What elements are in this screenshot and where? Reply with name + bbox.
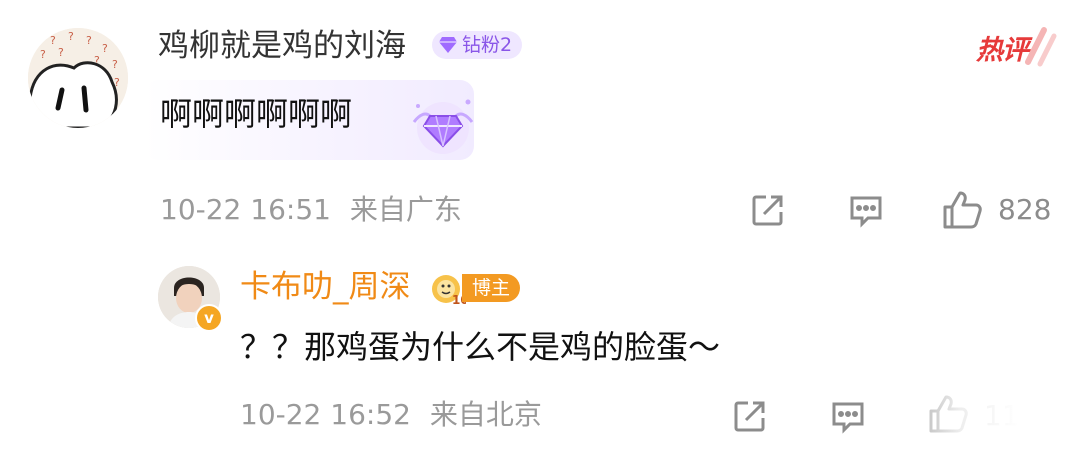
location: 来自广东 <box>349 193 462 226</box>
svg-text:?: ? <box>86 34 92 47</box>
share-icon <box>734 401 765 432</box>
comment-button[interactable] <box>828 396 868 436</box>
svg-text:?: ? <box>68 30 74 43</box>
timestamp: 10-22 16:52 <box>240 398 411 431</box>
like-count: 828 <box>998 193 1052 226</box>
svg-text:?: ? <box>112 58 118 71</box>
diamond-icon <box>439 37 457 53</box>
share-icon <box>752 195 783 226</box>
username[interactable]: 卡布叻_周深 <box>240 266 411 308</box>
lion-level-icon: 10 <box>432 275 466 306</box>
timestamp: 10-22 16:51 <box>160 193 331 226</box>
comment-text: 啊啊啊啊啊啊 <box>160 95 353 133</box>
fan-badge[interactable]: 钻粉2 <box>432 31 523 59</box>
fade-overlay <box>880 380 1080 459</box>
like-icon <box>943 191 982 229</box>
share-button[interactable] <box>748 190 788 230</box>
diamond-icon <box>412 99 474 154</box>
svg-text:?: ? <box>102 42 108 55</box>
reply-meta: 10-22 16:52 来自北京 <box>240 395 542 435</box>
svg-text:?: ? <box>58 46 64 59</box>
reply-text: ？？那鸡蛋为什么不是鸡的脸蛋～ <box>240 328 721 366</box>
blogger-badge: 博主 <box>462 274 521 302</box>
comment-meta: 10-22 16:51 来自广东 <box>160 190 462 230</box>
username[interactable]: 鸡柳就是鸡的刘海 <box>158 26 406 66</box>
share-button[interactable] <box>730 396 770 436</box>
comment-icon <box>850 196 882 228</box>
location: 来自北京 <box>429 398 542 431</box>
verified-icon: v <box>195 304 223 332</box>
like-button[interactable] <box>940 188 984 232</box>
svg-text:?: ? <box>40 48 46 61</box>
svg-text:?: ? <box>50 34 56 47</box>
fan-badge-label: 钻粉2 <box>462 34 513 56</box>
comment-icon <box>832 402 864 434</box>
comment-button[interactable] <box>846 190 886 230</box>
hot-deco-icon <box>1025 27 1057 67</box>
avatar[interactable]: ??? ??? ??? <box>28 28 128 128</box>
